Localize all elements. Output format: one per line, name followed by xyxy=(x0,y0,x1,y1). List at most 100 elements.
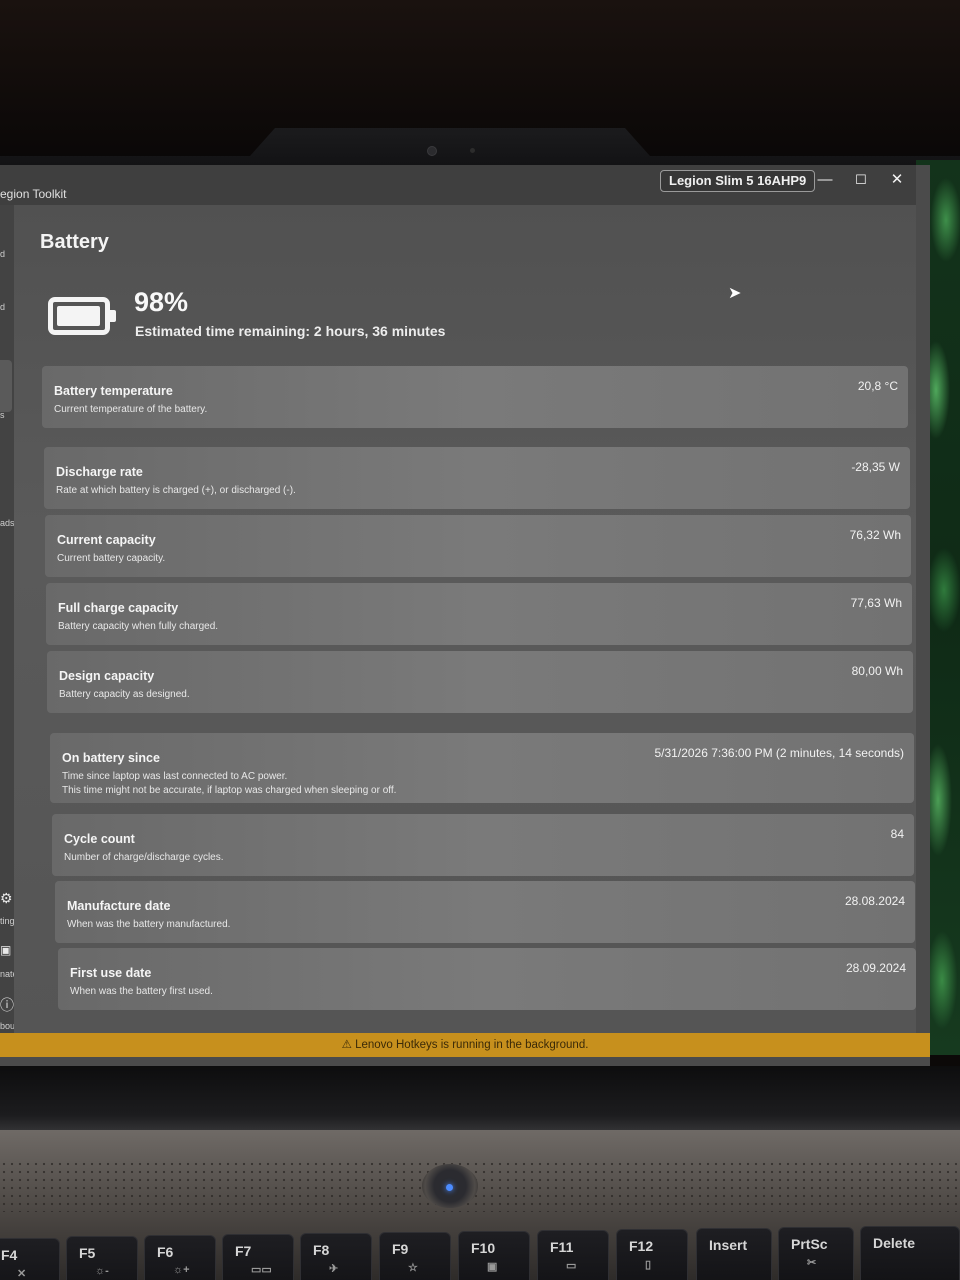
minimize-button[interactable]: — xyxy=(810,168,840,192)
page-title: Battery xyxy=(40,231,109,253)
battery-level-fill xyxy=(57,306,100,326)
sidebar-item-battery-selected[interactable] xyxy=(0,360,12,412)
card-description-line-2: This time might not be accurate, if lapt… xyxy=(62,785,397,796)
donate-icon[interactable]: ▣ xyxy=(0,943,11,957)
card-title: First use date xyxy=(70,966,152,980)
sidebar-item-4[interactable]: s xyxy=(0,410,5,420)
key-symbol: ▭▭ xyxy=(251,1264,272,1276)
webcam xyxy=(427,146,437,156)
sidebar-item-dashboard[interactable]: d xyxy=(0,249,5,259)
key-label: F6 xyxy=(157,1244,174,1260)
key-f6[interactable]: F6 ☼+ xyxy=(144,1235,216,1280)
card-title: Current capacity xyxy=(57,533,156,547)
key-f7[interactable]: F7 ▭▭ xyxy=(222,1234,294,1280)
key-symbol: ✈ xyxy=(329,1263,339,1275)
card-first-use-date: First use date When was the battery firs… xyxy=(58,948,916,1010)
battery-icon xyxy=(48,297,116,335)
key-f5[interactable]: F5 ☼- xyxy=(66,1236,138,1280)
key-f8[interactable]: F8 ✈ xyxy=(300,1233,372,1280)
card-title: Cycle count xyxy=(64,832,135,846)
key-label: F5 xyxy=(79,1245,96,1261)
card-value: 80,00 Wh xyxy=(851,664,903,678)
card-value: 20,8 °C xyxy=(857,379,898,393)
card-description-line-1: Time since laptop was last connected to … xyxy=(62,771,288,782)
key-delete[interactable]: Delete xyxy=(860,1226,960,1280)
key-f10[interactable]: F10 ▣ xyxy=(458,1231,530,1280)
key-label: F12 xyxy=(629,1238,654,1254)
device-model-badge: Legion Slim 5 16AHP9 xyxy=(660,170,816,192)
app-title: egion Toolkit xyxy=(0,187,67,201)
card-title: On battery since xyxy=(62,751,160,765)
key-label: F10 xyxy=(471,1240,496,1256)
card-description: Current battery capacity. xyxy=(57,553,166,564)
speaker-grille xyxy=(0,1160,960,1212)
key-label: Delete xyxy=(873,1235,916,1251)
key-prtsc[interactable]: PrtSc ✂ xyxy=(778,1227,854,1280)
card-value: 28.09.2024 xyxy=(845,961,906,975)
estimated-time-remaining: Estimated time remaining: 2 hours, 36 mi… xyxy=(135,323,446,339)
card-value: 76,32 Wh xyxy=(849,528,901,542)
laptop-bottom-bezel xyxy=(0,1066,960,1136)
card-description: Current temperature of the battery. xyxy=(54,404,208,415)
key-f9[interactable]: F9 ☆ xyxy=(379,1232,451,1280)
card-description: When was the battery first used. xyxy=(70,986,213,997)
sidebar-item-downloads[interactable]: ads xyxy=(0,518,15,528)
key-insert[interactable]: Insert xyxy=(696,1228,772,1280)
maximize-button[interactable]: ☐ xyxy=(846,168,876,192)
key-f12[interactable]: F12 ▯ xyxy=(616,1229,688,1280)
card-value: 77,63 Wh xyxy=(850,596,902,610)
card-on-battery-since: On battery since Time since laptop was l… xyxy=(50,733,914,803)
key-label: PrtSc xyxy=(791,1236,828,1252)
key-symbol: ▣ xyxy=(487,1261,498,1273)
card-title: Battery temperature xyxy=(54,384,173,398)
power-led xyxy=(446,1184,453,1191)
function-key-row: F4 ✕ F5 ☼- F6 ☼+ F7 ▭▭ F8 ✈ F9 ☆ F10 ▣ F11 ▭ F12… xyxy=(0,1226,960,1280)
mouse-cursor-icon: ➤ xyxy=(728,285,742,302)
laptop-screen: egion Toolkit Legion Slim 5 16AHP9 — ☐ ✕… xyxy=(0,165,930,1068)
card-title: Design capacity xyxy=(59,669,155,683)
key-label: F4 xyxy=(1,1247,18,1263)
card-battery-temperature: Battery temperature Current temperature … xyxy=(42,366,908,428)
key-symbol: ☼- xyxy=(95,1265,109,1277)
card-value: 5/31/2026 7:36:00 PM (2 minutes, 14 seco… xyxy=(654,746,905,760)
key-label: Insert xyxy=(709,1237,748,1253)
key-symbol: ✕ xyxy=(17,1268,27,1280)
card-description: Number of charge/discharge cycles. xyxy=(64,852,224,863)
card-title: Discharge rate xyxy=(56,465,143,479)
sidebar-item-2[interactable]: d xyxy=(0,302,5,312)
key-symbol: ✂ xyxy=(807,1257,817,1269)
card-manufacture-date: Manufacture date When was the battery ma… xyxy=(55,881,915,943)
battery-page: Battery 98% Estimated time remaining: 2 … xyxy=(14,205,916,1033)
key-label: F9 xyxy=(392,1241,409,1257)
battery-percent: 98% xyxy=(134,287,189,317)
battery-tip xyxy=(110,310,116,322)
key-label: F7 xyxy=(235,1243,252,1259)
sidebar: d d s ads ⚙ tings ▣ nate ⓘ bout xyxy=(0,205,19,1045)
key-f4[interactable]: F4 ✕ xyxy=(0,1238,60,1280)
key-symbol: ▯ xyxy=(645,1259,652,1271)
card-description: Battery capacity as designed. xyxy=(59,689,190,700)
key-label: F8 xyxy=(313,1242,330,1258)
card-title: Manufacture date xyxy=(67,899,171,913)
card-discharge-rate: Discharge rate Rate at which battery is … xyxy=(44,447,910,509)
card-value: 28.08.2024 xyxy=(844,894,905,908)
info-icon[interactable]: ⓘ xyxy=(0,995,14,1015)
card-design-capacity: Design capacity Battery capacity as desi… xyxy=(47,651,913,713)
card-current-capacity: Current capacity Current battery capacit… xyxy=(45,515,911,577)
card-full-charge-capacity: Full charge capacity Battery capacity wh… xyxy=(46,583,912,645)
card-title: Full charge capacity xyxy=(58,601,179,615)
key-symbol: ☆ xyxy=(408,1262,418,1274)
gear-icon[interactable]: ⚙ xyxy=(0,890,13,907)
webcam-led xyxy=(470,148,475,153)
card-description: Time since laptop was last connected to … xyxy=(62,770,396,798)
card-value: 84 xyxy=(890,827,904,841)
key-symbol: ▭ xyxy=(566,1260,577,1272)
close-button[interactable]: ✕ xyxy=(882,168,912,192)
key-label: F11 xyxy=(550,1239,574,1255)
key-symbol: ☼+ xyxy=(173,1264,190,1276)
title-bar: egion Toolkit Legion Slim 5 16AHP9 — ☐ ✕ xyxy=(0,165,916,205)
key-f11[interactable]: F11 ▭ xyxy=(537,1230,609,1280)
card-description: Battery capacity when fully charged. xyxy=(58,621,219,632)
card-value: -28,35 W xyxy=(851,460,900,474)
card-description: When was the battery manufactured. xyxy=(67,919,231,930)
